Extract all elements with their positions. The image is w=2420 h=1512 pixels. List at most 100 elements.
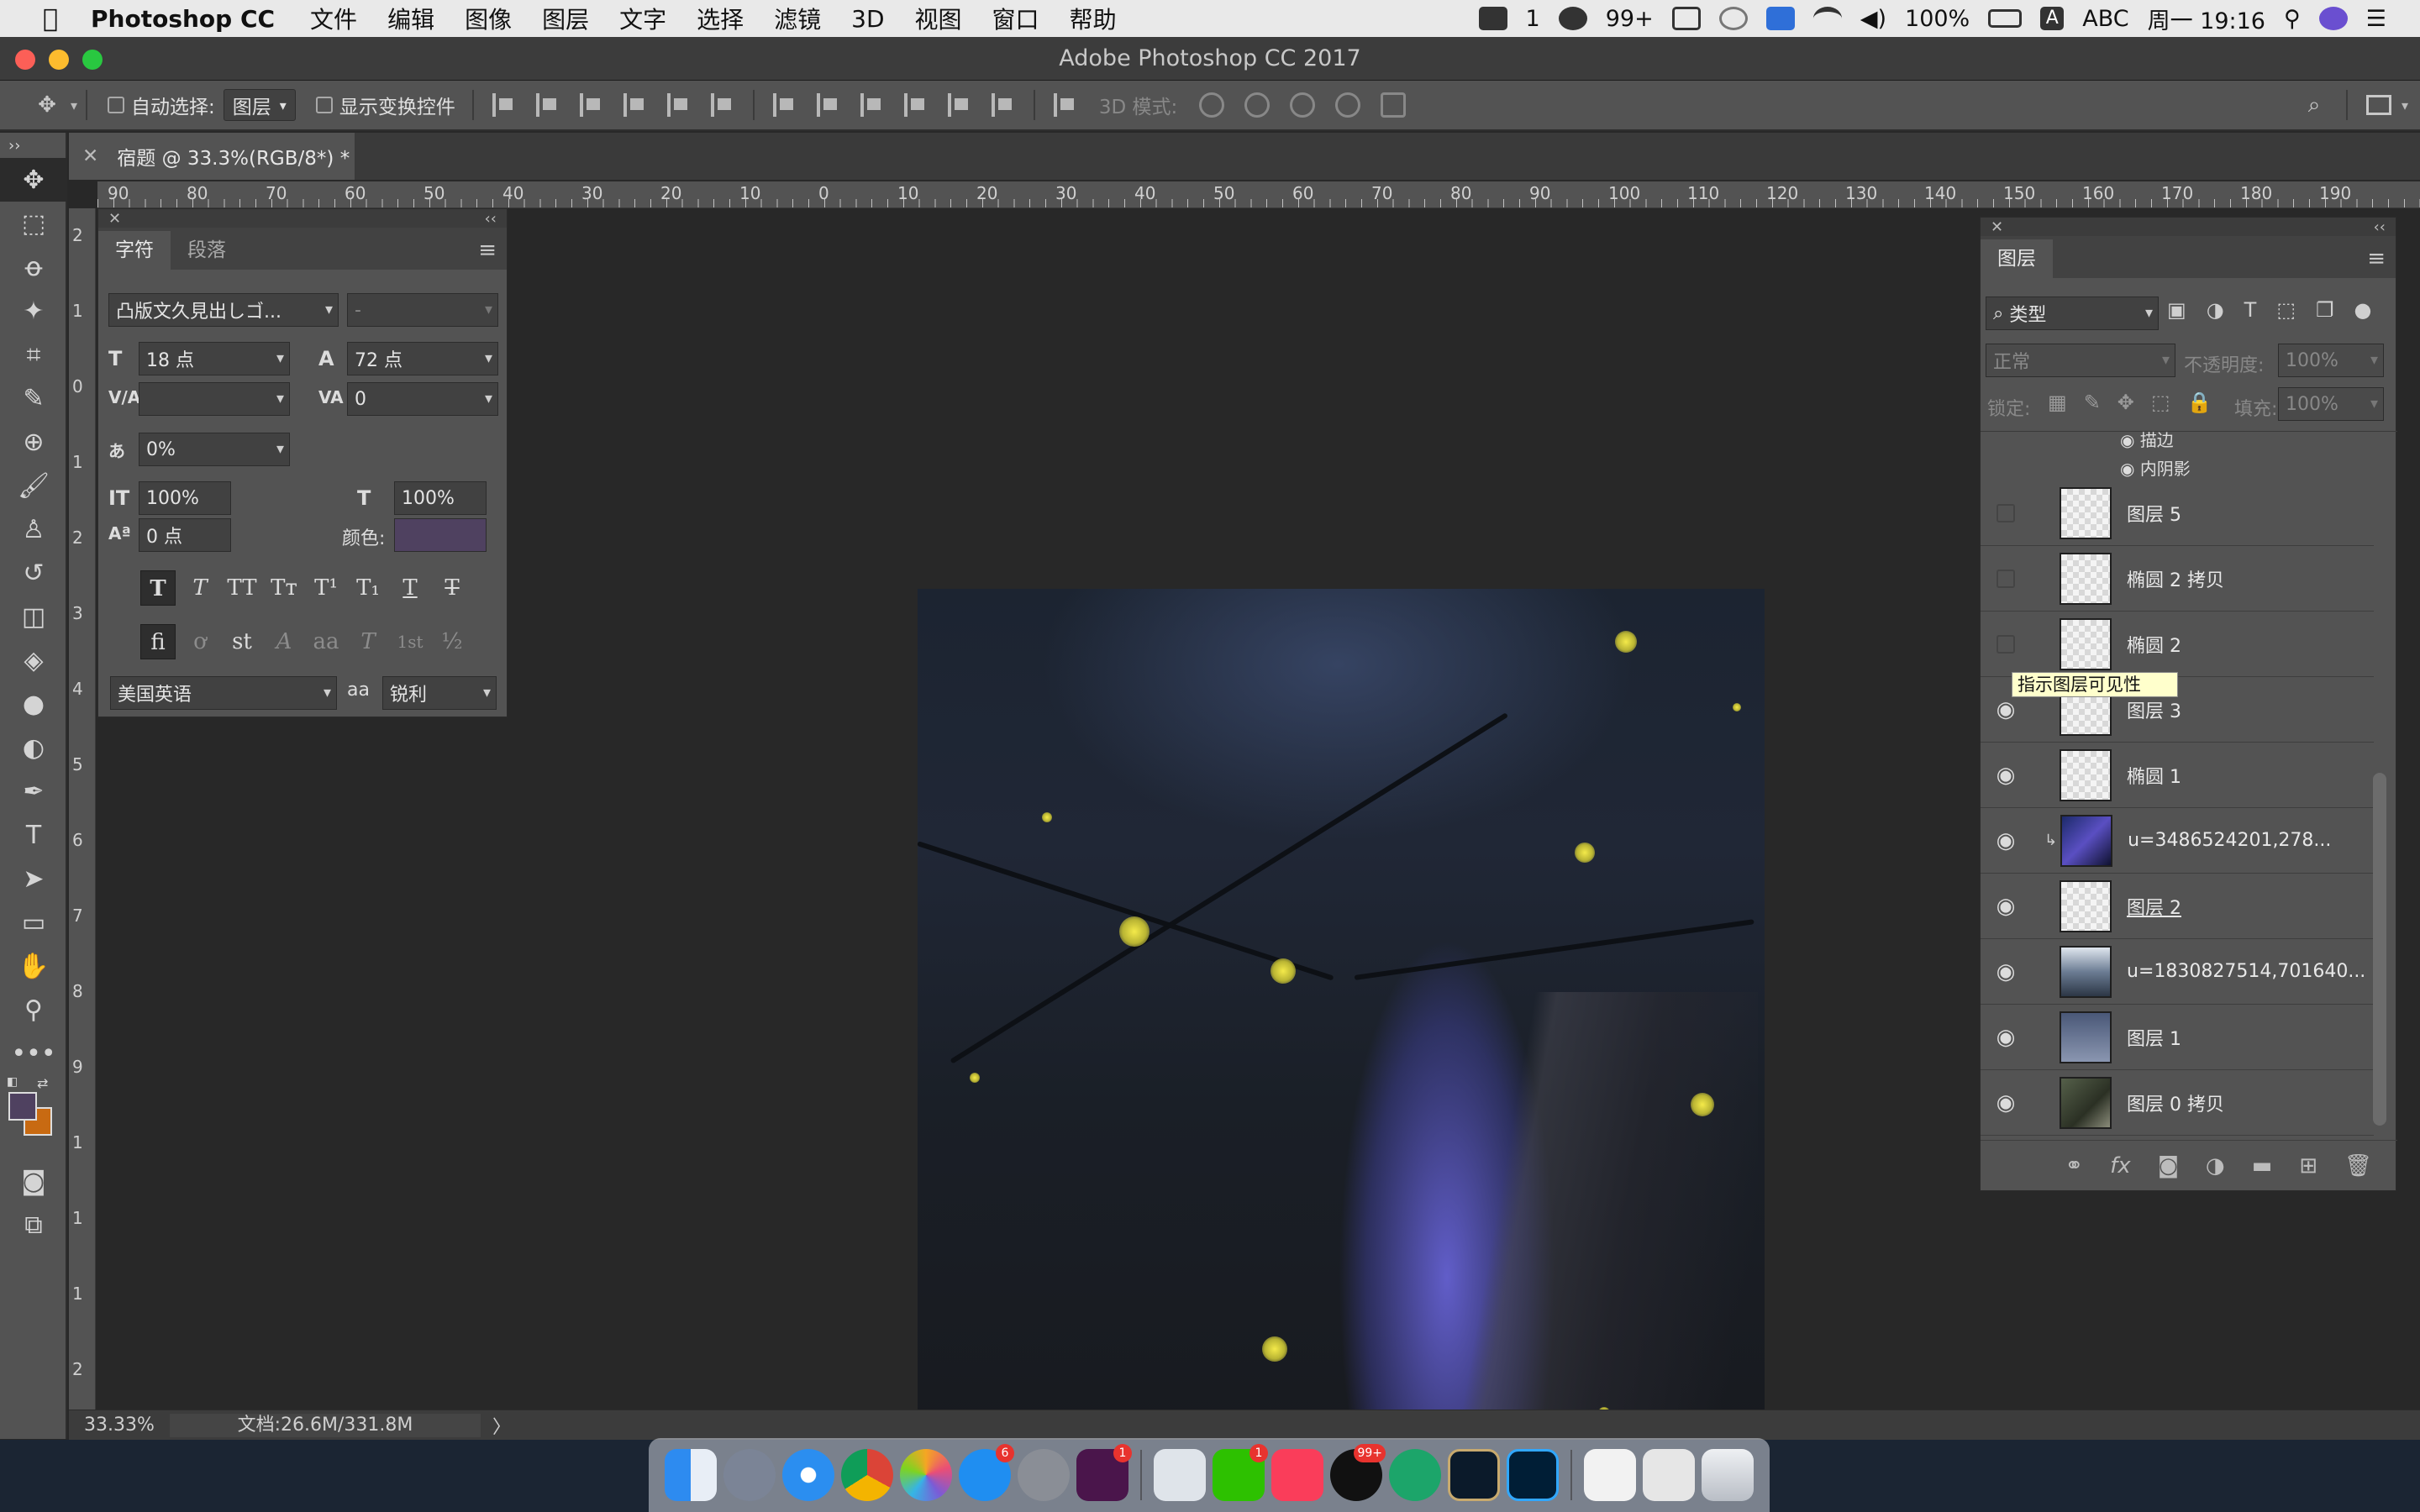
minimized-window-thumbnail[interactable] — [1584, 1449, 1636, 1501]
qq-status-icon[interactable] — [1558, 7, 1587, 30]
lock-image-pixels-icon[interactable]: ✎ — [2084, 391, 2101, 414]
baseline-shift-field[interactable]: 0 点 — [139, 518, 231, 552]
battery-icon[interactable] — [1988, 9, 2023, 28]
history-brush-tool[interactable]: ↺ — [0, 551, 67, 595]
align-top-edges-icon[interactable] — [492, 93, 516, 117]
layer-filter-dropdown[interactable]: ⌕ 类型 ▾ — [1986, 297, 2159, 330]
small-caps-button[interactable]: Tт — [266, 570, 302, 606]
wechat-app-icon[interactable]: 1 — [1213, 1444, 1268, 1501]
type-tool[interactable]: T — [0, 813, 67, 857]
language-dropdown[interactable]: 美国英语 ▾ — [110, 676, 337, 710]
new-adjustment-layer-icon[interactable]: ◑ — [2206, 1153, 2225, 1179]
vertical-scale-field[interactable]: 100% — [139, 481, 231, 515]
notification-center-icon[interactable]: ☰ — [2366, 6, 2386, 32]
path-selection-tool[interactable]: ➤ — [0, 857, 67, 900]
3d-slide-icon[interactable] — [1335, 92, 1361, 118]
input-method-label[interactable]: ABC — [2082, 6, 2128, 32]
layer-visibility-toggle[interactable] — [1981, 634, 2031, 654]
eye-icon[interactable]: ◉ — [1981, 959, 2031, 984]
distribute-right-icon[interactable] — [991, 93, 1015, 117]
layer-row[interactable]: 椭圆 2 拷贝 — [1981, 546, 2374, 612]
menu-type[interactable]: 文字 — [619, 2, 666, 35]
lock-all-icon[interactable]: 🔒 — [2187, 391, 2212, 414]
collapse-tools-icon[interactable]: ›› — [0, 133, 67, 158]
eraser-tool[interactable]: ◫ — [0, 595, 67, 638]
move-tool[interactable]: ✥ — [0, 158, 67, 202]
zoom-level[interactable]: 33.33% — [69, 1415, 161, 1436]
fractions-button[interactable]: ½ — [434, 624, 470, 659]
layer-row[interactable]: ◉ ↳ u=3486524201,278... — [1981, 808, 2374, 874]
filter-type-layers-icon[interactable]: T — [2244, 298, 2257, 322]
document-size-info[interactable]: 文档:26.6M/331.8M — [170, 1413, 481, 1437]
filter-toggle-icon[interactable]: ● — [2354, 298, 2372, 322]
layer-effect-inner-shadow[interactable]: ◉ 内阴影 — [2120, 455, 2191, 480]
magic-wand-tool[interactable]: ✦ — [0, 289, 67, 333]
tab-character[interactable]: 字符 — [98, 231, 171, 270]
distribute-top-icon[interactable] — [772, 93, 797, 117]
chevron-down-icon[interactable]: ▾ — [2402, 97, 2408, 113]
subscript-button[interactable]: T₁ — [350, 570, 386, 606]
minimized-window-thumbnail[interactable] — [1643, 1449, 1695, 1501]
blur-tool[interactable]: ● — [0, 682, 67, 726]
wifi-icon[interactable] — [1812, 7, 1842, 30]
font-family-dropdown[interactable]: 凸版文久見出しゴ... ▾ — [108, 293, 339, 327]
blend-mode-dropdown[interactable]: 正常 ▾ — [1986, 344, 2175, 377]
superscript-button[interactable]: T¹ — [308, 570, 344, 606]
align-right-edges-icon[interactable] — [710, 93, 734, 117]
3d-pan-icon[interactable] — [1290, 92, 1316, 118]
rectangle-tool[interactable]: ▭ — [0, 900, 67, 944]
creative-cloud-icon[interactable] — [1718, 7, 1748, 30]
collapse-panel-icon[interactable]: ‹‹ — [485, 210, 497, 228]
eyedropper-tool[interactable]: ✎ — [0, 376, 67, 420]
layer-row[interactable]: ◉ 图层 2 — [1981, 874, 2374, 939]
layer-row[interactable]: ◉ 图层 0 拷贝 — [1981, 1070, 2374, 1136]
healing-brush-tool[interactable]: ⊕ — [0, 420, 67, 464]
preview-app-icon[interactable] — [1154, 1449, 1206, 1501]
anti-alias-dropdown[interactable]: 锐利 ▾ — [382, 676, 497, 710]
menu-filter[interactable]: 滤镜 — [774, 2, 821, 35]
3d-orbit-icon[interactable] — [1199, 92, 1225, 118]
collapse-panel-icon[interactable]: ‹‹ — [2374, 218, 2386, 236]
strikethrough-button[interactable]: T — [434, 570, 470, 606]
edit-toolbar-icon[interactable]: ••• — [0, 1032, 67, 1075]
qq-app-icon[interactable]: 99+ — [1330, 1444, 1386, 1501]
launchpad-app-icon[interactable] — [723, 1449, 776, 1501]
lasso-tool[interactable]: ꝋ — [0, 245, 67, 289]
zoom-window-button[interactable] — [82, 50, 103, 70]
wechat-status-icon[interactable] — [1478, 7, 1507, 30]
menu-3d[interactable]: 3D — [851, 5, 884, 33]
distribute-left-icon[interactable] — [903, 93, 928, 117]
faux-bold-button[interactable]: T — [140, 570, 176, 606]
grammarly-icon[interactable] — [1765, 7, 1795, 30]
clone-stamp-tool[interactable]: ♙ — [0, 507, 67, 551]
siri-icon[interactable] — [2318, 7, 2348, 30]
font-style-dropdown[interactable]: - ▾ — [347, 293, 498, 327]
eye-icon[interactable]: ◉ — [1981, 763, 2031, 788]
menu-edit[interactable]: 编辑 — [387, 2, 434, 35]
brush-tool[interactable]: 🖌 — [0, 464, 67, 507]
distribute-horizontal-centers-icon[interactable] — [947, 93, 971, 117]
workspace-switcher-icon[interactable] — [2365, 95, 2391, 115]
spotlight-search-icon[interactable]: ⚲ — [2284, 6, 2301, 32]
zoom-tool[interactable]: ⚲ — [0, 988, 67, 1032]
clock[interactable]: 周一 19:16 — [2148, 3, 2265, 35]
music-app-icon[interactable] — [1271, 1449, 1323, 1501]
volume-icon[interactable]: ◀) — [1860, 6, 1886, 32]
panel-menu-icon[interactable]: ≡ — [478, 238, 497, 263]
photoshop-app-icon[interactable] — [1507, 1449, 1559, 1501]
link-layers-icon[interactable]: ⚭ — [2065, 1153, 2083, 1179]
auto-align-layers-icon[interactable] — [1053, 93, 1077, 117]
document-canvas-image[interactable] — [918, 589, 1765, 1449]
new-layer-icon[interactable]: ⊞ — [2299, 1153, 2317, 1179]
distribute-bottom-icon[interactable] — [860, 93, 884, 117]
swap-colors-icon[interactable]: ⇄ — [37, 1075, 48, 1091]
eye-icon[interactable]: ◉ — [1981, 1090, 2031, 1116]
align-bottom-edges-icon[interactable] — [579, 93, 603, 117]
close-tab-icon[interactable]: ✕ — [82, 145, 98, 167]
filter-pixel-layers-icon[interactable]: ▣ — [2167, 298, 2186, 322]
discretionary-ligatures-button[interactable]: st — [224, 624, 260, 659]
underline-button[interactable]: T — [392, 570, 428, 606]
minimize-window-button[interactable] — [49, 50, 69, 70]
swash-button[interactable]: A — [266, 624, 302, 659]
display-icon[interactable] — [1671, 7, 1701, 30]
